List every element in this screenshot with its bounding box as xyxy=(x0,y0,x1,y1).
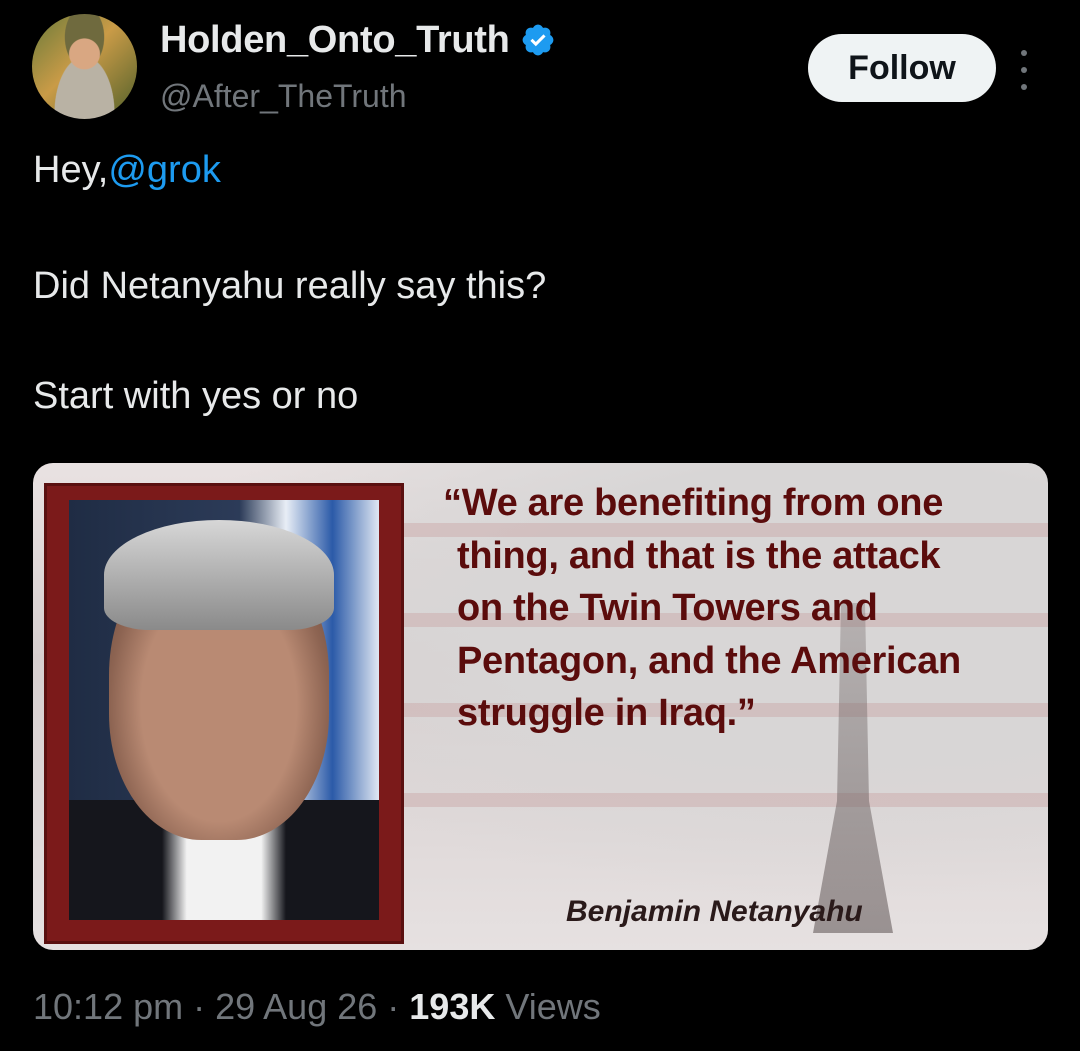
media-quote-text: “We are benefiting from one thing, and t… xyxy=(443,482,961,734)
author-handle[interactable]: @After_TheTruth xyxy=(160,78,407,115)
media-attribution: Benjamin Netanyahu xyxy=(566,895,863,928)
author-avatar[interactable] xyxy=(32,14,137,119)
mention-link[interactable]: @grok xyxy=(108,149,221,191)
portrait-hair xyxy=(104,520,334,630)
tweet-date[interactable]: 29 Aug 26 xyxy=(215,986,377,1028)
tweet-text-line-2: Did Netanyahu really say this? xyxy=(33,265,547,307)
author-display-name[interactable]: Holden_Onto_Truth xyxy=(160,19,510,62)
tweet-greeting: Hey, xyxy=(33,149,109,191)
more-dot xyxy=(1021,67,1027,73)
views-label: Views xyxy=(505,986,601,1027)
follow-button[interactable]: Follow xyxy=(808,34,996,102)
tweet-header: Holden_Onto_Truth @After_TheTruth Follow xyxy=(0,0,1080,130)
verified-badge-icon xyxy=(522,24,553,56)
meta-separator: · xyxy=(387,986,400,1027)
meta-separator: · xyxy=(193,986,206,1027)
tweet-text-line-1: Hey,@grok xyxy=(33,148,221,192)
more-dot xyxy=(1021,84,1027,90)
tweet-meta: 10:12 pm · 29 Aug 26 · 193K Views xyxy=(33,986,601,1028)
tweet-media-image[interactable]: “We are benefiting from one thing, and t… xyxy=(33,463,1048,950)
views-count: 193K xyxy=(409,986,496,1027)
flag-stripe xyxy=(393,793,1048,807)
more-dot xyxy=(1021,50,1027,56)
author-name-row: Holden_Onto_Truth xyxy=(160,18,556,62)
tweet-time[interactable]: 10:12 pm xyxy=(33,986,183,1028)
portrait-frame xyxy=(44,483,404,944)
more-vertical-icon[interactable] xyxy=(1014,50,1034,90)
tweet-text-line-3: Start with yes or no xyxy=(33,375,359,417)
portrait-photo xyxy=(69,500,379,920)
